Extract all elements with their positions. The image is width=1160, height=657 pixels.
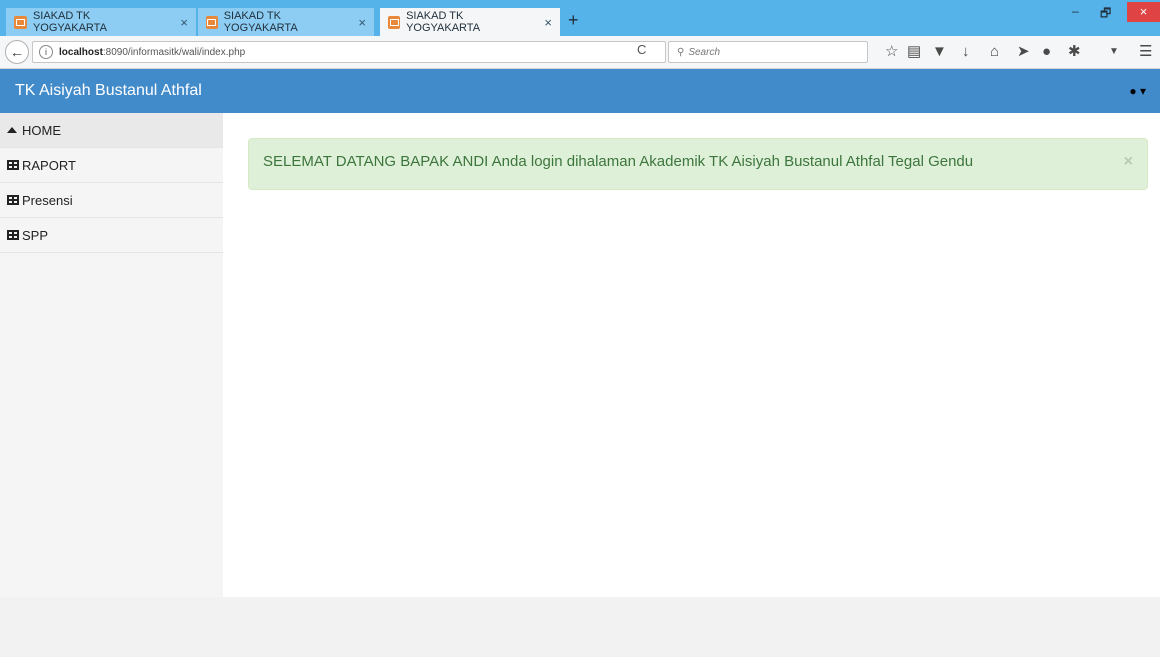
browser-tab[interactable]: SIAKAD TK YOGYAKARTA × bbox=[198, 8, 374, 36]
reload-icon[interactable]: C bbox=[637, 42, 646, 57]
app-header: TK Aisiyah Bustanul Athfal ● ▾ bbox=[0, 69, 1160, 113]
sidebar-item-label: Presensi bbox=[22, 192, 73, 208]
site-favicon-icon bbox=[388, 15, 401, 29]
home-icon[interactable]: ⌂ bbox=[990, 43, 999, 61]
tab-close-icon[interactable]: × bbox=[180, 15, 188, 30]
pocket-icon[interactable]: ▼ bbox=[932, 43, 947, 61]
sidebar: HOME RAPORT Presensi SPP bbox=[0, 113, 223, 597]
tab-title: SIAKAD TK YOGYAKARTA bbox=[32, 10, 107, 34]
grid-icon bbox=[7, 195, 19, 205]
star-icon[interactable]: ☆ bbox=[885, 43, 898, 61]
search-icon: ⚲ bbox=[677, 46, 685, 58]
search-placeholder: Search bbox=[688, 46, 721, 58]
user-menu[interactable]: ● ▾ bbox=[1129, 84, 1146, 98]
send-icon[interactable]: ➤ bbox=[1017, 43, 1030, 61]
tab-title: SIAKAD TK YOGYAKARTA bbox=[406, 10, 481, 34]
tab-close-icon[interactable]: × bbox=[544, 15, 552, 30]
back-button[interactable]: ← bbox=[5, 40, 29, 64]
user-icon: ● bbox=[1129, 84, 1137, 98]
main-content: SELEMAT DATANG BAPAK ANDI Anda login dih… bbox=[223, 113, 1160, 597]
browser-tab-active[interactable]: SIAKAD TK YOGYAKARTA × bbox=[380, 8, 560, 36]
site-favicon-icon bbox=[206, 15, 218, 29]
sidebar-item-label: RAPORT bbox=[22, 157, 76, 173]
chevron-down-icon: ▾ bbox=[1139, 84, 1146, 98]
url-host: localhost bbox=[59, 46, 103, 58]
home-icon bbox=[7, 127, 17, 133]
welcome-alert: SELEMAT DATANG BAPAK ANDI Anda login dih… bbox=[248, 138, 1148, 190]
brand-title[interactable]: TK Aisiyah Bustanul Athfal bbox=[15, 82, 202, 100]
sidebar-item-home[interactable]: HOME bbox=[0, 113, 223, 148]
new-tab-button[interactable]: + bbox=[568, 8, 579, 32]
window-close-button[interactable]: × bbox=[1127, 2, 1160, 22]
close-icon[interactable]: × bbox=[1124, 153, 1133, 171]
url-path: :8090/informasitk/wali/index.php bbox=[102, 46, 246, 58]
reading-list-icon[interactable]: ▤ bbox=[907, 43, 921, 61]
grid-icon bbox=[7, 160, 19, 170]
download-icon[interactable]: ↓ bbox=[962, 43, 970, 61]
menu-icon[interactable]: ☰ bbox=[1139, 43, 1152, 61]
tab-close-icon[interactable]: × bbox=[358, 15, 366, 30]
site-favicon-icon bbox=[14, 15, 27, 29]
sidebar-item-presensi[interactable]: Presensi bbox=[0, 183, 223, 218]
tab-title: SIAKAD TK YOGYAKARTA bbox=[223, 10, 298, 34]
address-bar[interactable]: i localhost :8090/informasitk/wali/index… bbox=[32, 41, 666, 63]
alert-message: SELEMAT DATANG BAPAK ANDI Anda login dih… bbox=[263, 153, 974, 170]
browser-nav-bar: ← i localhost :8090/informasitk/wali/ind… bbox=[0, 36, 1160, 69]
sidebar-item-raport[interactable]: RAPORT bbox=[0, 148, 223, 183]
search-input[interactable]: ⚲ Search bbox=[668, 41, 868, 63]
extension-icon[interactable]: ✱ bbox=[1068, 43, 1081, 61]
restore-button[interactable]: 🗗 bbox=[1100, 4, 1111, 25]
sidebar-item-spp[interactable]: SPP bbox=[0, 218, 223, 253]
dropdown-icon[interactable]: ▼ bbox=[1109, 43, 1119, 61]
browser-tab-strip: SIAKAD TK YOGYAKARTA × SIAKAD TK YOGYAKA… bbox=[0, 0, 1160, 36]
browser-tab[interactable]: SIAKAD TK YOGYAKARTA × bbox=[6, 8, 196, 36]
chat-icon[interactable]: ● bbox=[1042, 43, 1051, 61]
sidebar-item-label: SPP bbox=[22, 227, 49, 243]
info-icon[interactable]: i bbox=[39, 45, 53, 59]
minimize-button[interactable]: – bbox=[1072, 4, 1079, 18]
sidebar-item-label: HOME bbox=[22, 122, 61, 138]
grid-icon bbox=[7, 230, 19, 240]
